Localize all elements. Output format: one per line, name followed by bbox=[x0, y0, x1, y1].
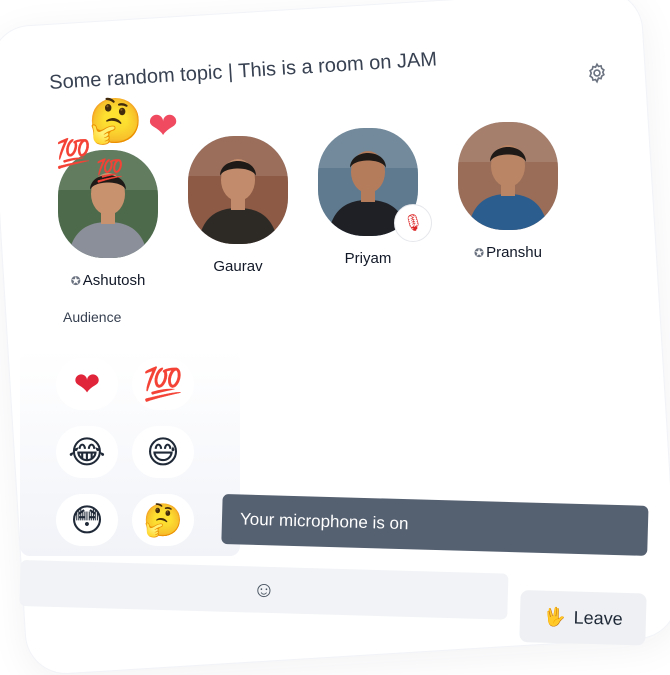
avatar[interactable] bbox=[188, 136, 288, 244]
speaker-priyam[interactable]: 🎙 Priyam bbox=[318, 128, 432, 267]
leave-button[interactable]: 🖖 Leave bbox=[519, 590, 647, 646]
heart-reaction-float: ❤ bbox=[148, 105, 179, 146]
thinking-reaction-float: 🤔 bbox=[88, 97, 143, 146]
settings-icon[interactable] bbox=[584, 60, 610, 86]
speaker-gaurav[interactable]: Gaurav bbox=[188, 136, 288, 275]
audience-label: Audience bbox=[63, 309, 122, 325]
reaction-hundred-button[interactable]: 💯 bbox=[132, 358, 194, 410]
emoji-icon: ☺ bbox=[252, 576, 276, 603]
reaction-sweat-smile-button[interactable]: 😅 bbox=[132, 426, 194, 478]
speaker-name: ✪ Ashutosh bbox=[58, 272, 158, 289]
reaction-picker: ❤ 💯 😂 😅 😳 🤔 bbox=[20, 350, 240, 556]
leave-label: Leave bbox=[573, 607, 623, 629]
speaker-pranshu[interactable]: ✪ Pranshu bbox=[458, 122, 558, 261]
vulcan-salute-icon: 🖖 bbox=[542, 606, 566, 627]
moderator-icon: ✪ bbox=[70, 273, 81, 288]
speaker-name-text: Ashutosh bbox=[82, 272, 146, 289]
speaker-name: Gaurav bbox=[188, 258, 288, 275]
reaction-tears-of-joy-button[interactable]: 😂 bbox=[56, 426, 118, 478]
speaker-name-text: Priyam bbox=[344, 250, 392, 267]
muted-microphone-icon: 🎙 bbox=[394, 204, 432, 242]
reaction-thinking-button[interactable]: 🤔 bbox=[132, 494, 194, 546]
reaction-heart-button[interactable]: ❤ bbox=[56, 358, 118, 410]
speaker-name: Priyam bbox=[318, 250, 418, 267]
speaker-name-text: Pranshu bbox=[486, 244, 542, 261]
avatar[interactable] bbox=[458, 122, 558, 230]
mic-off-icon: 🎙 bbox=[402, 215, 424, 232]
speaker-name: ✪ Pranshu bbox=[458, 244, 558, 261]
speaker-name-text: Gaurav bbox=[213, 258, 263, 275]
hundred-reaction-float: 💯 bbox=[96, 158, 124, 183]
reaction-flushed-button[interactable]: 😳 bbox=[56, 494, 118, 546]
hundred-reaction-float: 💯 bbox=[56, 138, 91, 169]
moderator-icon: ✪ bbox=[474, 245, 485, 260]
